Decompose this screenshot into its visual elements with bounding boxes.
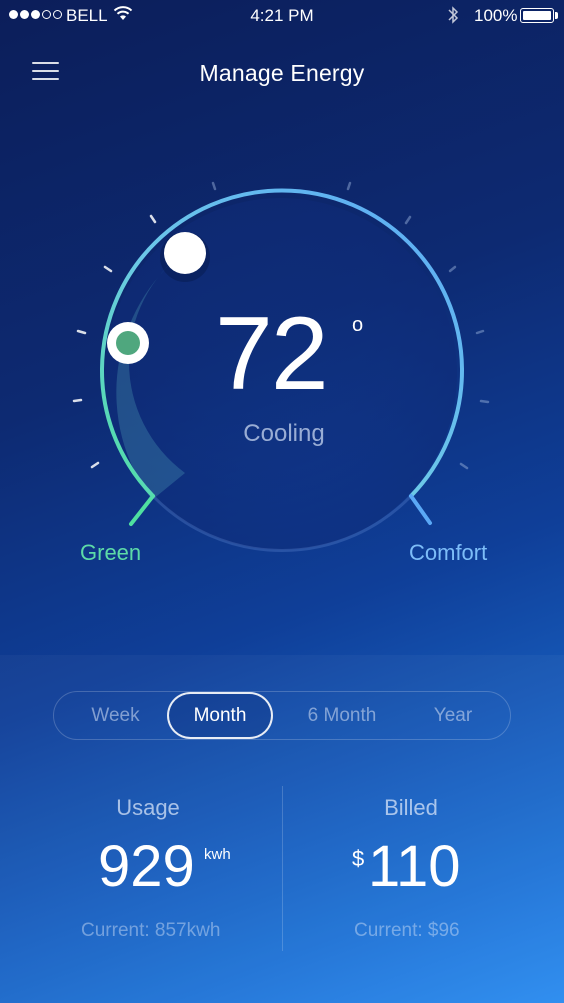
tab-year[interactable]: Year: [410, 692, 496, 739]
dial-right-end: [409, 494, 432, 525]
billed-current: Current: $96: [354, 920, 460, 941]
green-handle-core: [116, 331, 140, 355]
page-title: Manage Energy: [199, 60, 365, 86]
mode-label: Cooling: [243, 420, 325, 447]
currency-symbol: $: [352, 846, 365, 871]
dial-left-end: [129, 494, 155, 526]
comfort-label[interactable]: Comfort: [409, 540, 487, 566]
battery-percentage: 100%: [474, 6, 518, 25]
battery-icon: [520, 8, 554, 23]
usage-unit: kwh: [204, 846, 231, 863]
period-selector: Week Month 6 Month Year: [53, 691, 511, 740]
billed-value: 110: [368, 834, 461, 899]
target-temp-handle[interactable]: [164, 232, 206, 274]
tab-6-month[interactable]: 6 Month: [290, 692, 394, 739]
degree-symbol: o: [352, 314, 364, 336]
tab-week[interactable]: Week: [69, 692, 162, 739]
usage-current: Current: 857kwh: [81, 920, 221, 941]
temperature-value: 72: [215, 296, 329, 412]
usage-value: 929: [98, 834, 195, 899]
app-header: Manage Energy: [0, 50, 564, 96]
usage-label: Usage: [116, 795, 180, 820]
green-label[interactable]: Green: [80, 540, 141, 566]
tab-month[interactable]: Month: [167, 692, 273, 739]
billed-label: Billed: [384, 795, 438, 820]
bluetooth-icon: [448, 6, 459, 24]
stats-divider: [282, 786, 283, 951]
status-bar: BELL 4:21 PM 100%: [0, 0, 564, 32]
